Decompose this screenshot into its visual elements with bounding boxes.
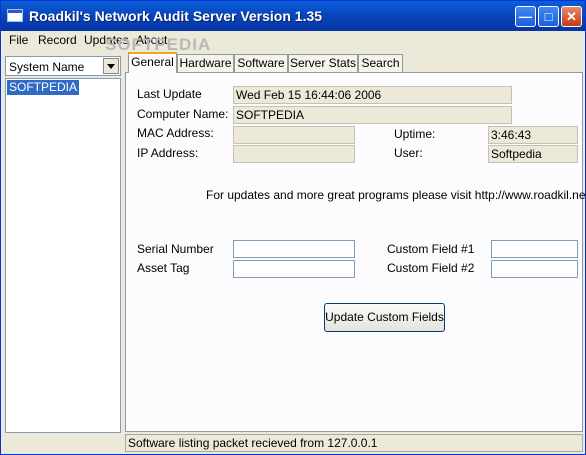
general-panel: Last Update Wed Feb 15 16:44:06 2006 Com… [125,72,586,432]
custom-field-2-input[interactable] [491,260,578,278]
tab-general[interactable]: General [128,52,177,73]
asset-tag-input[interactable] [233,260,355,278]
list-item[interactable]: SOFTPEDIA [7,80,79,95]
computer-name-value: SOFTPEDIA [233,106,512,124]
combo-value: System Name [9,60,85,74]
chevron-down-icon[interactable] [103,58,119,74]
mac-address-value [233,126,355,144]
close-button[interactable]: ✕ [561,6,582,27]
asset-tag-label: Asset Tag [137,261,190,275]
serial-number-label: Serial Number [137,242,214,256]
info-text: For updates and more great programs plea… [206,188,586,202]
status-bar: Software listing packet recieved from 12… [125,434,583,452]
minimize-button[interactable]: — [515,6,536,27]
menu-file[interactable]: File [9,33,28,47]
uptime-value: 3:46:43 [488,126,578,144]
title-bar[interactable]: Roadkil's Network Audit Server Version 1… [1,1,585,31]
computer-list[interactable]: SOFTPEDIA [5,78,121,433]
update-custom-fields-button[interactable]: Update Custom Fields [324,303,445,332]
maximize-button[interactable]: □ [538,6,559,27]
tab-hardware[interactable]: Hardware [177,54,234,72]
app-window: Roadkil's Network Audit Server Version 1… [0,0,586,455]
computer-name-label: Computer Name: [137,107,229,121]
window-title: Roadkil's Network Audit Server Version 1… [29,8,323,24]
custom-field-1-input[interactable] [491,240,578,258]
app-icon [7,9,23,22]
serial-number-input[interactable] [233,240,355,258]
ip-address-label: IP Address: [137,146,199,160]
custom-field-1-label: Custom Field #1 [387,242,475,256]
tab-software[interactable]: Software [234,54,288,72]
user-value: Softpedia [488,145,578,163]
menu-record[interactable]: Record [38,33,77,47]
tab-search[interactable]: Search [358,54,403,72]
menu-bar: File Record Updates About [1,31,585,49]
uptime-label: Uptime: [394,127,436,141]
ip-address-value [233,145,355,163]
last-update-label: Last Update [137,87,202,101]
user-label: User: [394,146,423,160]
last-update-value: Wed Feb 15 16:44:06 2006 [233,86,512,104]
custom-field-2-label: Custom Field #2 [387,261,475,275]
tab-server-stats[interactable]: Server Stats [288,54,358,72]
mac-address-label: MAC Address: [137,126,214,140]
system-name-combo[interactable]: System Name [5,56,121,76]
